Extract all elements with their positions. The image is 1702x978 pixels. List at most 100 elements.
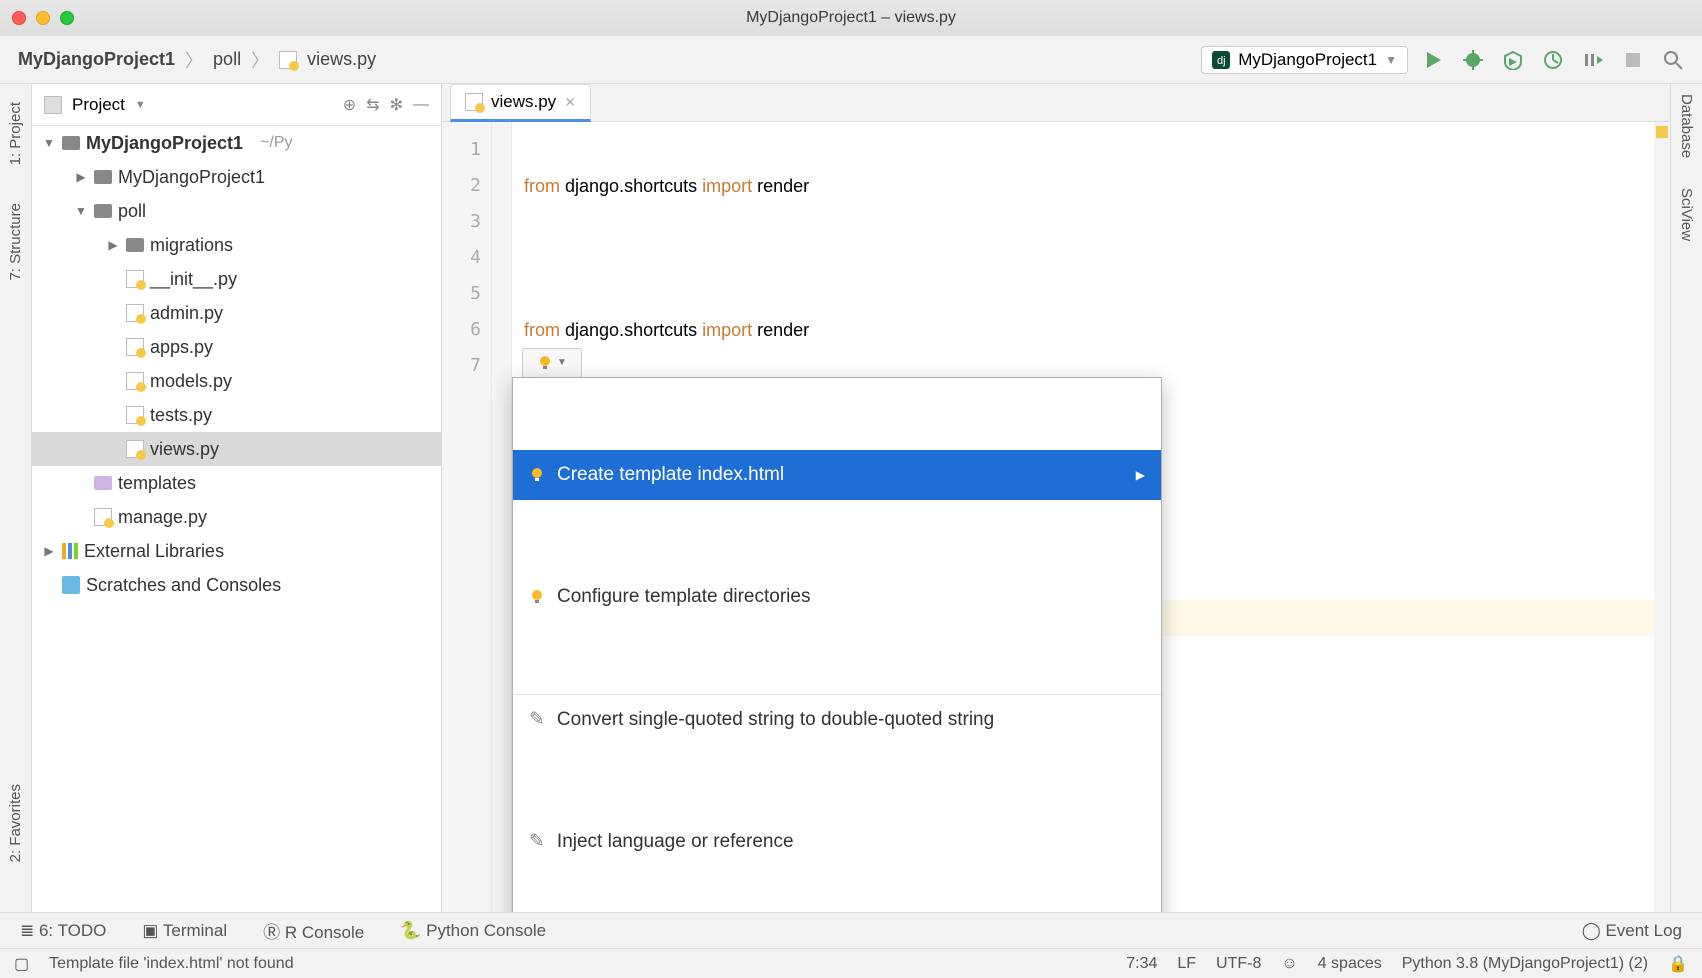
- run-config-label: MyDjangoProject1: [1238, 50, 1377, 70]
- tree-item-selected[interactable]: views.py: [32, 432, 441, 466]
- project-panel: Project ▼ ⊕ ⇆ ✻ — ▼ MyDjangoProject1 ~/P…: [32, 84, 442, 912]
- event-log-button[interactable]: ◯ Event Log: [1582, 921, 1682, 941]
- templates-folder-icon: [94, 476, 112, 490]
- tree-item[interactable]: ▼ poll: [32, 194, 441, 228]
- intention-bulb[interactable]: ▼: [522, 348, 582, 378]
- rconsole-tool-button[interactable]: Ⓡ R Console: [263, 918, 364, 943]
- folder-icon: [94, 170, 112, 184]
- intention-item-convert-quotes[interactable]: ✎ Convert single-quoted string to double…: [513, 694, 1161, 745]
- python-file-icon: [279, 51, 297, 69]
- collapse-icon[interactable]: ⇆: [366, 95, 379, 115]
- structure-tool-tab[interactable]: 7: Structure: [7, 203, 24, 281]
- project-tree[interactable]: ▼ MyDjangoProject1 ~/Py ▶ MyDjangoProjec…: [32, 126, 441, 912]
- left-tool-stripe: 1: Project 7: Structure 2: Favorites: [0, 84, 32, 912]
- sciview-tool-tab[interactable]: SciView: [1678, 188, 1695, 241]
- interpreter-selector[interactable]: Python 3.8 (MyDjangoProject1) (2): [1402, 955, 1648, 973]
- close-icon[interactable]: ✕: [564, 94, 576, 111]
- tree-label: views.py: [150, 439, 219, 460]
- window-zoom-button[interactable]: [60, 11, 74, 25]
- todo-tool-button[interactable]: ≣ 6: TODO: [20, 921, 106, 941]
- intention-item-inject-lang[interactable]: ✎ Inject language or reference: [513, 817, 1161, 867]
- lightbulb-icon: [529, 467, 545, 483]
- popup-item-label: Inject language or reference: [557, 824, 794, 860]
- tree-item[interactable]: models.py: [32, 364, 441, 398]
- expand-arrow-icon[interactable]: ▼: [42, 136, 56, 150]
- window-minimize-button[interactable]: [36, 11, 50, 25]
- tree-item[interactable]: templates: [32, 466, 441, 500]
- popup-item-label: Convert single-quoted string to double-q…: [557, 702, 994, 738]
- fold-gutter[interactable]: [492, 122, 512, 912]
- popup-item-label: Create template index.html: [557, 457, 784, 493]
- tree-item[interactable]: ▶ MyDjangoProject1: [32, 160, 441, 194]
- expand-arrow-icon[interactable]: ▼: [74, 204, 88, 218]
- expand-arrow-icon[interactable]: ▶: [74, 170, 88, 184]
- libraries-icon: [62, 543, 78, 559]
- hide-icon[interactable]: —: [413, 96, 429, 114]
- inspections-icon[interactable]: ☺: [1281, 955, 1297, 973]
- tree-root[interactable]: ▼ MyDjangoProject1 ~/Py: [32, 126, 441, 160]
- breadcrumb-root[interactable]: MyDjangoProject1: [18, 49, 175, 70]
- stop-button[interactable]: [1622, 49, 1644, 71]
- dropdown-icon[interactable]: ▼: [135, 99, 146, 111]
- lock-icon[interactable]: 🔒: [1668, 954, 1688, 974]
- breadcrumb: MyDjangoProject1 〉 poll 〉 views.py: [18, 47, 376, 73]
- terminal-tool-button[interactable]: ▣ Terminal: [142, 921, 227, 941]
- folder-icon: [126, 238, 144, 252]
- database-tool-tab[interactable]: Database: [1678, 94, 1695, 158]
- expand-arrow-icon[interactable]: ▶: [42, 544, 56, 558]
- status-icon[interactable]: ▢: [14, 954, 29, 974]
- caret-position[interactable]: 7:34: [1126, 955, 1157, 973]
- tree-item[interactable]: admin.py: [32, 296, 441, 330]
- tree-item[interactable]: manage.py: [32, 500, 441, 534]
- python-file-icon: [465, 93, 483, 111]
- line-number: 7: [442, 348, 491, 384]
- settings-icon[interactable]: ✻: [390, 95, 403, 115]
- tree-label: manage.py: [118, 507, 207, 528]
- breadcrumb-folder[interactable]: poll: [213, 49, 241, 70]
- code-editor[interactable]: from django.shortcuts import render from…: [512, 122, 1654, 912]
- project-view-label[interactable]: Project: [72, 95, 125, 115]
- profile-button[interactable]: [1542, 49, 1564, 71]
- folder-icon: [62, 136, 80, 150]
- warning-marker-icon[interactable]: [1656, 126, 1668, 138]
- intention-item-configure-dirs[interactable]: Configure template directories: [513, 572, 1161, 622]
- tree-item[interactable]: apps.py: [32, 330, 441, 364]
- project-tool-tab[interactable]: 1: Project: [7, 94, 24, 173]
- search-everywhere-button[interactable]: [1662, 49, 1684, 71]
- tree-item[interactable]: ▶ migrations: [32, 228, 441, 262]
- window-close-button[interactable]: [12, 11, 26, 25]
- line-number: 4: [442, 240, 491, 276]
- tree-item[interactable]: tests.py: [32, 398, 441, 432]
- python-file-icon: [126, 270, 144, 288]
- line-number: 2: [442, 168, 491, 204]
- editor-body[interactable]: 1 2 3 4 5 6 7 from django.shortcuts impo…: [442, 122, 1670, 912]
- marker-stripe[interactable]: [1654, 122, 1670, 912]
- tree-item[interactable]: Scratches and Consoles: [32, 568, 441, 602]
- tree-item[interactable]: ▶ External Libraries: [32, 534, 441, 568]
- run-coverage-button[interactable]: [1502, 49, 1524, 71]
- tree-label: admin.py: [150, 303, 223, 324]
- tree-label: poll: [118, 201, 146, 222]
- intention-item-create-template[interactable]: Create template index.html ▶: [513, 450, 1161, 500]
- indent-settings[interactable]: 4 spaces: [1318, 955, 1382, 973]
- debug-button[interactable]: [1462, 49, 1484, 71]
- breadcrumb-separator: 〉: [251, 47, 269, 73]
- file-encoding[interactable]: UTF-8: [1216, 955, 1261, 973]
- line-ending[interactable]: LF: [1177, 955, 1196, 973]
- tree-path: ~/Py: [260, 134, 292, 152]
- expand-arrow-icon[interactable]: ▶: [106, 238, 120, 252]
- tree-item[interactable]: __init__.py: [32, 262, 441, 296]
- run-config-selector[interactable]: dj MyDjangoProject1 ▼: [1201, 46, 1408, 74]
- python-console-tool-button[interactable]: 🐍 Python Console: [400, 921, 546, 941]
- editor-tabs: views.py ✕: [442, 84, 1670, 122]
- main-area: 1: Project 7: Structure 2: Favorites Pro…: [0, 84, 1702, 912]
- python-file-icon: [126, 304, 144, 322]
- project-view-icon: [44, 96, 62, 114]
- breadcrumb-file[interactable]: views.py: [307, 49, 376, 70]
- titlebar: MyDjangoProject1 – views.py: [0, 0, 1702, 36]
- locate-icon[interactable]: ⊕: [343, 95, 356, 115]
- favorites-tool-tab[interactable]: 2: Favorites: [7, 784, 24, 862]
- run-button[interactable]: [1422, 49, 1444, 71]
- attach-button[interactable]: [1582, 49, 1604, 71]
- editor-tab[interactable]: views.py ✕: [450, 84, 591, 122]
